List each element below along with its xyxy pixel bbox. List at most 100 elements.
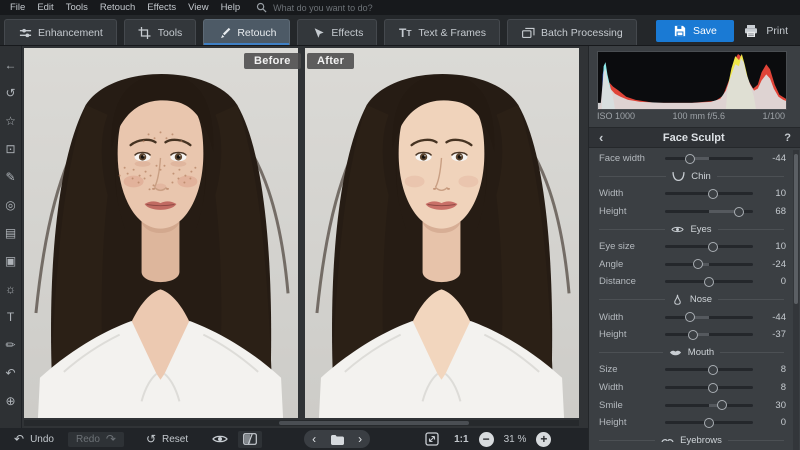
slider-thumb[interactable] bbox=[685, 312, 695, 322]
tab-retouch[interactable]: Retouch bbox=[203, 19, 290, 45]
move-tool-icon[interactable]: ← bbox=[1, 51, 21, 79]
next-photo-button[interactable]: › bbox=[358, 432, 362, 446]
print-button[interactable]: Print bbox=[744, 24, 796, 38]
redo-button[interactable]: Redo ↷ bbox=[68, 432, 124, 447]
slider-value: 8 bbox=[762, 382, 786, 393]
slider-thumb[interactable] bbox=[704, 418, 714, 428]
tab-text-frames[interactable]: TTText & Frames bbox=[384, 19, 500, 45]
zoom-out-button[interactable]: − bbox=[479, 432, 494, 447]
folder-icon[interactable] bbox=[330, 434, 344, 445]
slider-track[interactable] bbox=[665, 421, 753, 424]
previous-photo-button[interactable]: ‹ bbox=[312, 432, 316, 446]
slider-track[interactable] bbox=[665, 280, 753, 283]
divider bbox=[720, 352, 784, 353]
undo-button[interactable]: ↶ Undo bbox=[6, 432, 62, 447]
slider-value: 0 bbox=[762, 276, 786, 287]
save-button[interactable]: Save bbox=[656, 20, 734, 42]
slider-track[interactable] bbox=[665, 368, 753, 371]
auto-enhance-tool-icon[interactable]: ☆ bbox=[1, 107, 21, 135]
slider-track[interactable] bbox=[665, 210, 753, 213]
tab-label: Effects bbox=[331, 27, 363, 39]
tab-batch-processing[interactable]: Batch Processing bbox=[507, 19, 637, 45]
slider-row-angle: Angle-24 bbox=[589, 256, 794, 274]
text-tool-icon[interactable]: T bbox=[1, 303, 21, 331]
menu-item-edit[interactable]: Edit bbox=[31, 2, 59, 13]
tab-label: Tools bbox=[158, 27, 183, 39]
slider-thumb[interactable] bbox=[708, 383, 718, 393]
retouch-pen-tool-icon[interactable]: ✏ bbox=[1, 331, 21, 359]
before-badge: Before bbox=[244, 53, 301, 69]
slider-label: Angle bbox=[599, 259, 663, 270]
slider-track[interactable] bbox=[665, 404, 753, 407]
menu-item-view[interactable]: View bbox=[182, 2, 214, 13]
redo-icon: ↷ bbox=[106, 434, 116, 444]
tab-tools[interactable]: Tools bbox=[124, 19, 197, 45]
slider-row-height: Height0 bbox=[589, 414, 794, 432]
menu-item-help[interactable]: Help bbox=[215, 2, 247, 13]
slider-thumb[interactable] bbox=[708, 189, 718, 199]
slider-thumb[interactable] bbox=[704, 277, 714, 287]
slider-track[interactable] bbox=[665, 333, 753, 336]
menu-item-file[interactable]: File bbox=[4, 2, 31, 13]
slider-label: Width bbox=[599, 382, 663, 393]
menu-item-tools[interactable]: Tools bbox=[60, 2, 94, 13]
view-original-button[interactable] bbox=[208, 431, 232, 448]
slider-track[interactable] bbox=[665, 316, 753, 319]
slider-track[interactable] bbox=[665, 157, 753, 160]
slider-thumb[interactable] bbox=[734, 207, 744, 217]
panel-help-button[interactable]: ? bbox=[784, 132, 791, 144]
slider-thumb[interactable] bbox=[717, 400, 727, 410]
fit-screen-button[interactable] bbox=[420, 431, 444, 448]
crop-tool-icon[interactable]: ⊡ bbox=[1, 135, 21, 163]
panel-title: Face Sculpt bbox=[603, 132, 784, 144]
fit-screen-icon bbox=[425, 432, 439, 446]
focus-tool-icon[interactable]: ⊕ bbox=[1, 387, 21, 415]
reset-button[interactable]: ↺ Reset bbox=[138, 432, 196, 447]
tab-enhancement[interactable]: Enhancement bbox=[4, 19, 117, 45]
rotate-tool-icon[interactable]: ↺ bbox=[1, 79, 21, 107]
section-nose: Nose bbox=[589, 291, 794, 309]
slider-row-width: Width10 bbox=[589, 185, 794, 203]
slider-thumb[interactable] bbox=[693, 259, 703, 269]
search-box[interactable] bbox=[256, 2, 425, 14]
vignette-tool-icon[interactable]: ▣ bbox=[1, 247, 21, 275]
zoom-in-button[interactable]: + bbox=[536, 432, 551, 447]
slider-track[interactable] bbox=[665, 192, 753, 195]
menu-item-retouch[interactable]: Retouch bbox=[94, 2, 141, 13]
slider-thumb[interactable] bbox=[688, 330, 698, 340]
slider-thumb[interactable] bbox=[685, 154, 695, 164]
panel-scrollbar[interactable] bbox=[793, 150, 799, 450]
slider-row-width: Width-44 bbox=[589, 308, 794, 326]
slider-track[interactable] bbox=[665, 245, 753, 248]
eye-icon bbox=[212, 434, 228, 444]
gradient-tool-icon[interactable]: ▤ bbox=[1, 219, 21, 247]
slider-label: Height bbox=[599, 206, 663, 217]
slider-thumb[interactable] bbox=[708, 365, 718, 375]
red-eye-tool-icon[interactable]: ↶ bbox=[1, 359, 21, 387]
divider bbox=[599, 229, 665, 230]
sliders-icon bbox=[18, 26, 32, 39]
panel-header: ‹ Face Sculpt ? bbox=[589, 127, 800, 148]
compare-view-button[interactable] bbox=[238, 431, 262, 448]
healing-tool-icon[interactable]: ◎ bbox=[1, 191, 21, 219]
menu-item-effects[interactable]: Effects bbox=[141, 2, 182, 13]
brush-tool-icon[interactable]: ✎ bbox=[1, 163, 21, 191]
batch-icon bbox=[521, 26, 535, 39]
slider-thumb[interactable] bbox=[708, 242, 718, 252]
slider-label: Size bbox=[599, 364, 663, 375]
exif-row: ISO 1000 100 mm f/5.6 1/100 bbox=[597, 111, 785, 121]
canvas-horizontal-scrollbar[interactable] bbox=[24, 420, 579, 426]
slider-track[interactable] bbox=[665, 263, 753, 266]
slider-track[interactable] bbox=[665, 386, 753, 389]
undo-icon: ↶ bbox=[14, 434, 24, 444]
actual-size-button[interactable]: 1:1 bbox=[454, 434, 468, 445]
slider-row-distance: Distance0 bbox=[589, 273, 794, 291]
tab-label: Retouch bbox=[237, 27, 276, 39]
section-label: Chin bbox=[691, 171, 711, 182]
reset-label: Reset bbox=[162, 434, 188, 445]
search-input[interactable] bbox=[271, 2, 425, 14]
scrollbar-thumb[interactable] bbox=[279, 421, 469, 425]
tab-effects[interactable]: Effects bbox=[297, 19, 377, 45]
panel-scrollbar-thumb[interactable] bbox=[794, 154, 798, 304]
brightness-tool-icon[interactable]: ☼ bbox=[1, 275, 21, 303]
